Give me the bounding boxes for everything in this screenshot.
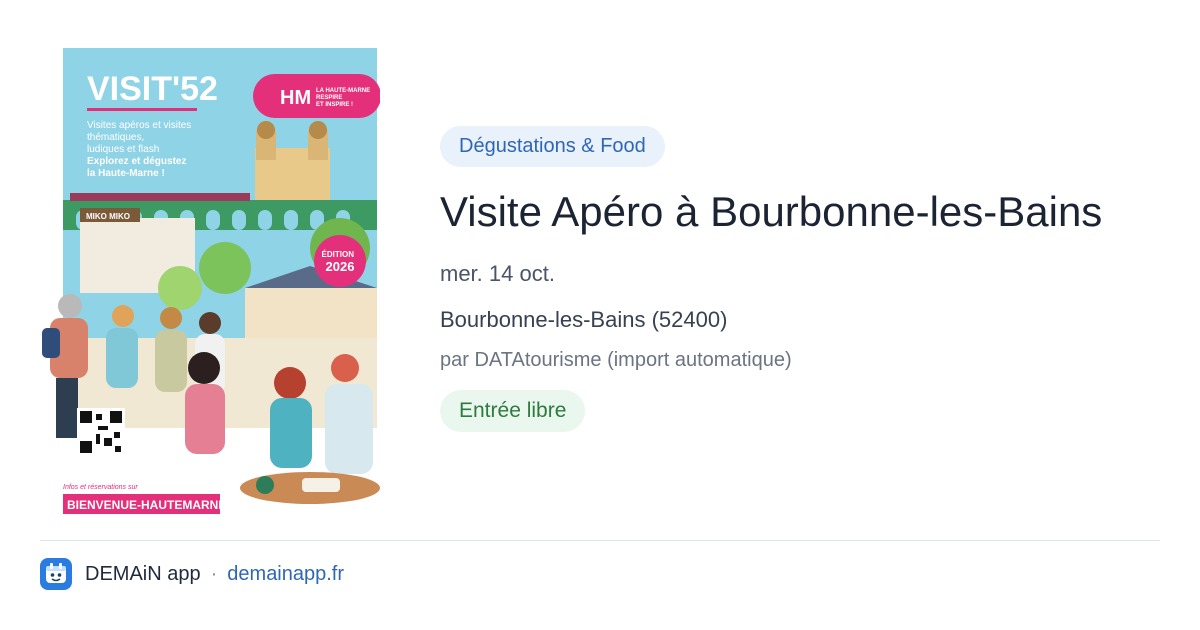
poster-tagline-1: Explorez et dégustez [87,156,186,167]
footer: DEMAiN app · demainapp.fr [40,557,344,591]
event-title[interactable]: Visite Apéro à Bourbonne-les-Bains [440,185,1180,239]
svg-text:HM: HM [280,87,311,109]
app-logo-icon[interactable] [40,558,72,590]
app-name: DEMAiN app [85,562,201,585]
category-badge[interactable]: Dégustations & Food [440,126,665,167]
poster-subtitle-1: Visites apéros et visites [87,120,191,131]
svg-text:BIENVENUE-HAUTEMARNE.FR: BIENVENUE-HAUTEMARNE.FR [67,498,246,512]
footer-divider [40,540,1160,541]
svg-text:MIKO MIKO: MIKO MIKO [86,212,130,221]
svg-text:Infos et réservations sur: Infos et réservations sur [63,484,138,491]
poster-subtitle-2: thématiques, [87,132,144,143]
event-organizer: par DATAtourisme (import automatique) [440,349,792,371]
event-location[interactable]: Bourbonne-les-Bains (52400) [440,307,1180,333]
poster-brand-title: VISIT'52 [87,70,218,108]
poster-tagline-2: la Haute-Marne ! [87,168,165,179]
price-badge: Entrée libre [440,390,586,432]
footer-separator: · [210,562,218,585]
event-date: mer. 14 oct. [440,261,555,286]
event-poster-image[interactable]: VISIT'52 Visites apéros et visites théma… [40,48,381,518]
site-link[interactable]: demainapp.fr [227,563,344,586]
event-details: Dégustations & Food Visite Apéro à Bourb… [440,126,1180,432]
poster-subtitle-3: ludiques et flash [87,144,159,155]
